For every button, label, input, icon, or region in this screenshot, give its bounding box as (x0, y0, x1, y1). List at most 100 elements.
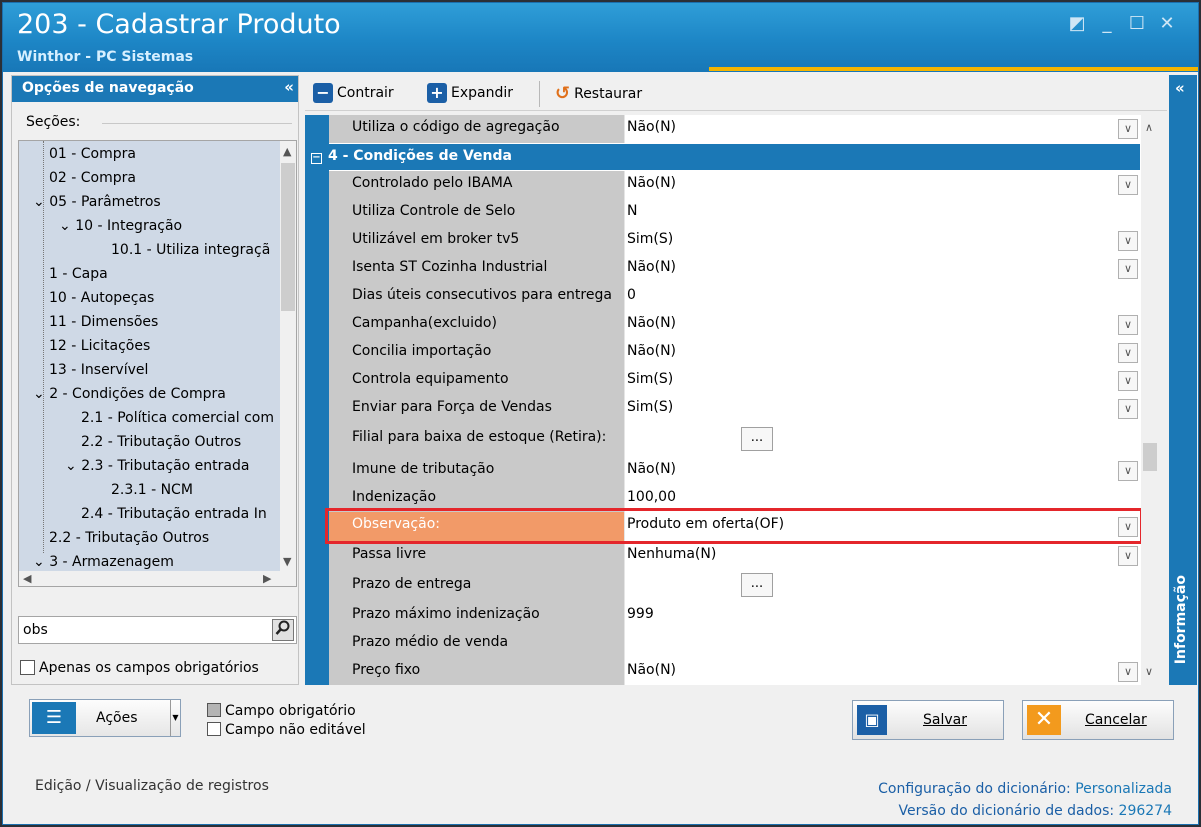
chevron-down-icon[interactable]: ⌄ (65, 458, 81, 474)
grid-row[interactable]: Prazo máximo indenização 999 (329, 602, 1140, 630)
row-value[interactable]: 100,00 (625, 485, 1140, 513)
row-value[interactable]: N (625, 199, 1140, 227)
grid-row[interactable]: Imune de tributação Não(N) ∨ (329, 457, 1140, 485)
grid-row[interactable]: Concilia importação Não(N) ∨ (329, 339, 1140, 367)
grid-scroll-thumb[interactable] (1143, 443, 1157, 471)
grid-row[interactable]: Passa livre Nenhuma(N) ∨ (329, 542, 1140, 570)
grid-row[interactable]: Controlado pelo IBAMA Não(N) ∨ (329, 171, 1140, 199)
chevron-down-icon[interactable]: ∨ (1118, 119, 1138, 139)
grid-row[interactable]: Utilizável em broker tv5 Sim(S) ∨ (329, 227, 1140, 255)
section-search-input[interactable]: obs (18, 616, 297, 644)
tree-item[interactable]: 2.2 - Tributação Outros (49, 527, 209, 549)
tree-item-expanded[interactable]: ⌄ 2.3 - Tributação entrada (65, 455, 249, 477)
chevron-down-icon[interactable]: ∨ (1118, 399, 1138, 419)
row-value[interactable] (625, 630, 1140, 658)
restore-button[interactable]: ↺ Restaurar (555, 83, 642, 104)
checkbox-icon[interactable] (20, 660, 35, 675)
row-value[interactable]: Não(N) ∨ (625, 171, 1140, 199)
row-value[interactable]: 0 (625, 283, 1140, 311)
ellipsis-button[interactable]: ... (741, 427, 773, 451)
info-side-tab[interactable]: « Informação (1169, 75, 1197, 685)
minimize-button[interactable]: _ (1095, 13, 1119, 35)
tree-item[interactable]: 01 - Compra (49, 143, 136, 165)
actions-button[interactable]: ☰ Ações ▼ (29, 699, 181, 737)
dropdown-arrow-icon[interactable]: ▼ (170, 700, 180, 736)
info-collapse-icon[interactable]: « (1175, 79, 1185, 97)
tree-item-expanded[interactable]: ⌄ 05 - Parâmetros (33, 191, 161, 213)
row-value[interactable]: ... (625, 423, 1140, 457)
grid-row[interactable]: Utiliza o código de agregação Não(N) ∨ (329, 115, 1140, 143)
grid-row[interactable]: Enviar para Força de Vendas Sim(S) ∨ (329, 395, 1140, 423)
chevron-down-icon[interactable]: ∨ (1118, 231, 1138, 251)
grid-row[interactable]: Utiliza Controle de Selo N (329, 199, 1140, 227)
tree-item[interactable]: 12 - Licitações (49, 335, 150, 357)
row-value[interactable]: 999 (625, 602, 1140, 630)
chevron-down-icon[interactable]: ∨ (1118, 175, 1138, 195)
grid-row[interactable]: Prazo médio de venda (329, 630, 1140, 658)
nav-collapse-icon[interactable]: « (284, 78, 294, 96)
tree-item[interactable]: 2.3.1 - NCM (111, 479, 193, 501)
maximize-button[interactable]: ☐ (1125, 13, 1149, 35)
grid-row-selected[interactable]: Observação: Produto em oferta(OF) ∨ (329, 512, 1140, 542)
tree-item[interactable]: 2.2 - Tributação Outros (81, 431, 241, 453)
scroll-left-icon[interactable]: ◀ (23, 572, 31, 585)
tree-item[interactable]: 10.1 - Utiliza integraçã (111, 239, 270, 261)
row-value[interactable]: Nenhuma(N) ∨ (625, 542, 1140, 570)
chevron-down-icon[interactable]: ⌄ (59, 218, 75, 234)
scroll-down-icon[interactable]: ▼ (283, 555, 291, 568)
save-button[interactable]: ▣ Salvar (852, 700, 1004, 740)
only-required-checkbox[interactable]: Apenas os campos obrigatórios (20, 660, 259, 676)
tree-item[interactable]: 02 - Compra (49, 167, 136, 189)
grid-vertical-scrollbar[interactable]: ∧ ∨ (1141, 115, 1159, 685)
cancel-button[interactable]: ✕ Cancelar (1022, 700, 1174, 740)
grid-row[interactable]: Dias úteis consecutivos para entrega 0 (329, 283, 1140, 311)
sections-tree[interactable]: 01 - Compra 02 - Compra ⌄ 05 - Parâmetro… (18, 140, 297, 587)
tree-item-expanded[interactable]: ⌄ 10 - Integração (59, 215, 182, 237)
row-value[interactable]: Não(N) ∨ (625, 457, 1140, 485)
chevron-down-icon[interactable]: ⌄ (33, 554, 49, 570)
scroll-up-icon[interactable]: ▲ (283, 145, 291, 158)
collapse-section-icon[interactable]: − (311, 153, 322, 164)
tree-horizontal-scrollbar[interactable]: ◀ ▶ (19, 571, 281, 586)
tree-item[interactable]: 13 - Inservível (49, 359, 148, 381)
grid-row[interactable]: Prazo de entrega ... (329, 570, 1140, 602)
row-value[interactable]: Não(N) ∨ (625, 311, 1140, 339)
tree-scroll-thumb[interactable] (281, 163, 295, 311)
tree-item[interactable]: 2.4 - Tributação entrada In (81, 503, 267, 525)
row-value[interactable]: Produto em oferta(OF) ∨ (625, 512, 1140, 542)
row-value[interactable]: Não(N) ∨ (625, 115, 1140, 143)
grid-row[interactable]: Campanha(excluido) Não(N) ∨ (329, 311, 1140, 339)
tree-item-expanded[interactable]: ⌄ 3 - Armazenagem (33, 551, 174, 571)
chevron-down-icon[interactable]: ∨ (1118, 461, 1138, 481)
section-header[interactable]: −4 - Condições de Venda (305, 144, 1140, 170)
chevron-down-icon[interactable]: ⌄ (33, 194, 49, 210)
grid-row[interactable]: Controla equipamento Sim(S) ∨ (329, 367, 1140, 395)
scroll-right-icon[interactable]: ▶ (263, 572, 271, 585)
grid-row[interactable]: Indenização 100,00 (329, 485, 1140, 513)
chevron-down-icon[interactable]: ∨ (1118, 259, 1138, 279)
chevron-down-icon[interactable]: ∨ (1118, 517, 1138, 537)
scroll-down-icon[interactable]: ∨ (1145, 665, 1153, 678)
collapse-button[interactable]: − Contrair (313, 83, 394, 103)
row-value[interactable]: Sim(S) ∨ (625, 395, 1140, 423)
row-value[interactable]: Não(N) ∨ (625, 255, 1140, 283)
row-value[interactable]: Sim(S) ∨ (625, 227, 1140, 255)
chevron-down-icon[interactable]: ∨ (1118, 343, 1138, 363)
chevron-down-icon[interactable]: ∨ (1118, 371, 1138, 391)
row-value[interactable]: ... (625, 570, 1140, 602)
grid-row[interactable]: Isenta ST Cozinha Industrial Não(N) ∨ (329, 255, 1140, 283)
close-button[interactable]: ✕ (1155, 13, 1179, 35)
tree-item-expanded[interactable]: ⌄ 2 - Condições de Compra (33, 383, 226, 405)
tree-vertical-scrollbar[interactable]: ▲ ▼ (280, 141, 296, 571)
row-value[interactable]: Não(N) ∨ (625, 339, 1140, 367)
chevron-down-icon[interactable]: ⌄ (33, 386, 49, 402)
restore-icon[interactable]: ◩ (1065, 13, 1089, 35)
row-value[interactable]: Sim(S) ∨ (625, 367, 1140, 395)
grid-row[interactable]: Preço fixo Não(N) ∨ (329, 658, 1140, 685)
tree-item[interactable]: 2.1 - Política comercial com (81, 407, 274, 429)
scroll-up-icon[interactable]: ∧ (1145, 121, 1153, 134)
tree-item[interactable]: 1 - Capa (49, 263, 108, 285)
tree-item[interactable]: 10 - Autopeças (49, 287, 154, 309)
row-value[interactable]: Não(N) ∨ (625, 658, 1140, 685)
search-icon[interactable] (272, 619, 294, 641)
